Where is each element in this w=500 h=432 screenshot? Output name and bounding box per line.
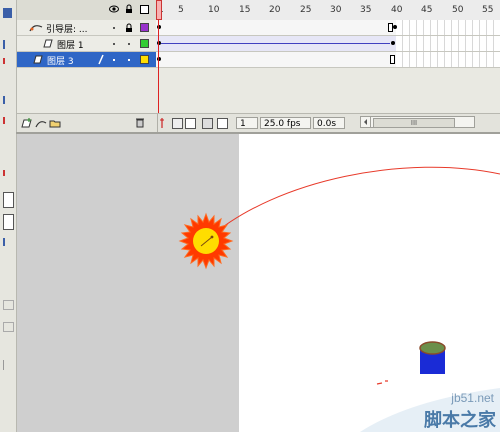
- ruler-number: 25: [300, 5, 312, 15]
- lock-dot[interactable]: [128, 43, 130, 45]
- timeline-scrollbar[interactable]: III: [360, 116, 475, 128]
- tool-icon[interactable]: [3, 238, 14, 246]
- layer-name: 图层 3: [47, 57, 74, 67]
- end-frame[interactable]: [390, 55, 395, 64]
- current-frame-field[interactable]: 1: [236, 117, 258, 129]
- tool-icon[interactable]: [3, 322, 14, 332]
- empty-frames[interactable]: [396, 52, 500, 67]
- layer-icon: [33, 55, 43, 64]
- tool-icon[interactable]: [3, 58, 14, 64]
- tool-icon[interactable]: [3, 117, 14, 124]
- onion-outline-icon[interactable]: [185, 118, 196, 129]
- tool-icon[interactable]: [3, 192, 14, 208]
- ruler-number: 35: [360, 5, 372, 15]
- ruler-number: 55: [482, 5, 494, 15]
- ruler-number: 45: [421, 5, 433, 15]
- layer-row-3[interactable]: 图层 3: [17, 52, 156, 68]
- watermark-text: 脚本之家: [424, 410, 496, 431]
- tool-icon[interactable]: [3, 40, 14, 49]
- frame-rate-field[interactable]: 25.0 fps: [260, 117, 311, 129]
- visibility-dot[interactable]: [113, 43, 115, 45]
- motion-guide-path[interactable]: [208, 166, 500, 239]
- layer-color-swatch[interactable]: [140, 23, 149, 32]
- edit-multiple-frames-icon[interactable]: [202, 118, 213, 129]
- tool-icon[interactable]: [3, 8, 12, 18]
- layer-color-swatch[interactable]: [140, 55, 149, 64]
- add-layer-icon[interactable]: [21, 118, 33, 128]
- ruler-number: 40: [391, 5, 403, 15]
- keyframe[interactable]: [391, 41, 395, 45]
- frame-span[interactable]: [156, 20, 396, 35]
- outline-icon[interactable]: [140, 5, 149, 14]
- ruler-number: 15: [239, 5, 251, 15]
- ruler-number: 5: [178, 5, 184, 15]
- frame-row[interactable]: [156, 36, 500, 52]
- visibility-dot[interactable]: [113, 27, 115, 29]
- lock-dot[interactable]: [128, 59, 130, 61]
- pencil-icon: [98, 54, 104, 65]
- scroll-left-arrow[interactable]: [361, 117, 371, 127]
- layer-header: [17, 0, 156, 21]
- scroll-thumb[interactable]: III: [373, 118, 455, 128]
- tool-icon[interactable]: [3, 300, 14, 310]
- layer-row-guide[interactable]: 引导层: ...: [17, 20, 156, 36]
- frame-row[interactable]: [156, 20, 500, 36]
- elapsed-time-field[interactable]: 0.0s: [313, 117, 345, 129]
- empty-frames[interactable]: [396, 20, 500, 35]
- frame-span[interactable]: [156, 52, 396, 67]
- keyframe[interactable]: [393, 25, 397, 29]
- ruler-number: 50: [452, 5, 464, 15]
- layer-color-swatch[interactable]: [140, 39, 149, 48]
- layer-icon: [43, 39, 53, 48]
- playhead[interactable]: [156, 0, 162, 20]
- layer-name: 图层 1: [57, 41, 84, 51]
- trash-icon[interactable]: [135, 117, 145, 128]
- ruler-number: 10: [208, 5, 220, 15]
- frame-ruler[interactable]: 1 5 10 15 20 25 30 35 40 45 50 55: [156, 0, 500, 21]
- center-frame-icon[interactable]: [158, 117, 166, 129]
- tool-icon[interactable]: [3, 170, 14, 176]
- tool-icon[interactable]: [3, 214, 14, 230]
- layer-row-1[interactable]: 图层 1: [17, 36, 156, 52]
- visibility-dot[interactable]: [113, 59, 115, 61]
- frame-row[interactable]: [156, 52, 500, 68]
- empty-frames[interactable]: [396, 36, 500, 51]
- tool-icon[interactable]: [3, 96, 14, 104]
- layer-name: 引导层: ...: [46, 25, 88, 35]
- tool-icon[interactable]: [3, 360, 13, 370]
- ruler-number: 30: [330, 5, 342, 15]
- watermark-url: jb51.net: [451, 391, 494, 405]
- add-guide-layer-icon[interactable]: [35, 118, 47, 128]
- lock-icon[interactable]: [125, 4, 133, 14]
- onion-markers-icon[interactable]: [217, 118, 228, 129]
- tools-panel: [0, 0, 17, 432]
- sun-symbol[interactable]: [178, 212, 234, 270]
- motion-tween-arrow: [161, 43, 390, 44]
- guide-layer-icon: [29, 25, 43, 32]
- ruler-number: 20: [269, 5, 281, 15]
- eye-icon[interactable]: [109, 5, 119, 13]
- onion-skin-icon[interactable]: [172, 118, 183, 129]
- lock-icon[interactable]: [125, 23, 133, 33]
- add-folder-icon[interactable]: [49, 118, 61, 128]
